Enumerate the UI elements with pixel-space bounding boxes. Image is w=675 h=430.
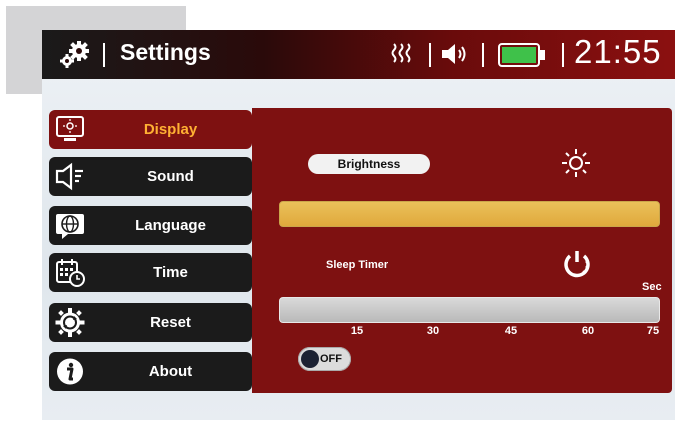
header-divider	[103, 43, 105, 67]
menu-item-label: Reset	[150, 314, 191, 331]
sleep-timer-tick: 30	[426, 325, 440, 337]
info-icon	[54, 356, 86, 387]
volume-icon[interactable]	[440, 42, 468, 70]
status-divider	[429, 43, 431, 67]
sleep-timer-toggle[interactable]: OFF	[298, 347, 351, 371]
sun-icon	[560, 147, 592, 183]
brightness-label: Brightness	[308, 154, 430, 174]
sleep-timer-tick: 15	[350, 325, 364, 337]
top-bar: Settings 21:55	[42, 30, 675, 79]
status-divider	[482, 43, 484, 67]
reset-gear-icon	[54, 307, 86, 338]
toggle-knob	[301, 350, 319, 368]
menu-item-reset[interactable]: Reset	[49, 303, 252, 342]
sleep-timer-slider[interactable]	[279, 297, 660, 323]
menu-item-label: About	[148, 363, 193, 380]
globe-icon	[54, 210, 86, 241]
menu-item-time[interactable]: Time	[49, 253, 252, 292]
sleep-timer-tick: 75	[646, 325, 660, 337]
display-icon	[54, 114, 86, 145]
sleep-timer-unit: Sec	[642, 281, 662, 293]
menu-item-language[interactable]: Language	[49, 206, 252, 245]
brightness-slider-fill	[280, 202, 659, 226]
settings-gear-icon	[59, 40, 91, 68]
display-panel: Brightness Sleep Timer Sec 15 30 45 60 7…	[252, 108, 672, 393]
menu-item-display[interactable]: Display	[49, 110, 252, 149]
heater-icon	[391, 42, 411, 70]
calendar-clock-icon	[54, 257, 86, 288]
sleep-timer-tick: 45	[504, 325, 518, 337]
page-title: Settings	[120, 39, 211, 65]
menu-item-sound[interactable]: Sound	[49, 157, 252, 196]
menu-item-label: Time	[153, 264, 188, 281]
status-divider	[562, 43, 564, 67]
menu-item-label: Display	[143, 121, 198, 138]
power-timer-icon	[560, 247, 594, 285]
settings-screen: Settings 21:55 Brightness Sleep Timer Se…	[42, 30, 675, 420]
sleep-timer-label: Sleep Timer	[326, 259, 389, 271]
speaker-icon	[54, 161, 86, 192]
menu-item-label: Sound	[147, 168, 194, 185]
menu-item-label: Language	[135, 217, 206, 234]
toggle-label: OFF	[320, 353, 342, 365]
sleep-timer-tick: 60	[581, 325, 595, 337]
battery-icon	[498, 43, 546, 71]
clock: 21:55	[574, 33, 662, 70]
menu-item-about[interactable]: About	[49, 352, 252, 391]
brightness-slider[interactable]	[279, 201, 660, 227]
